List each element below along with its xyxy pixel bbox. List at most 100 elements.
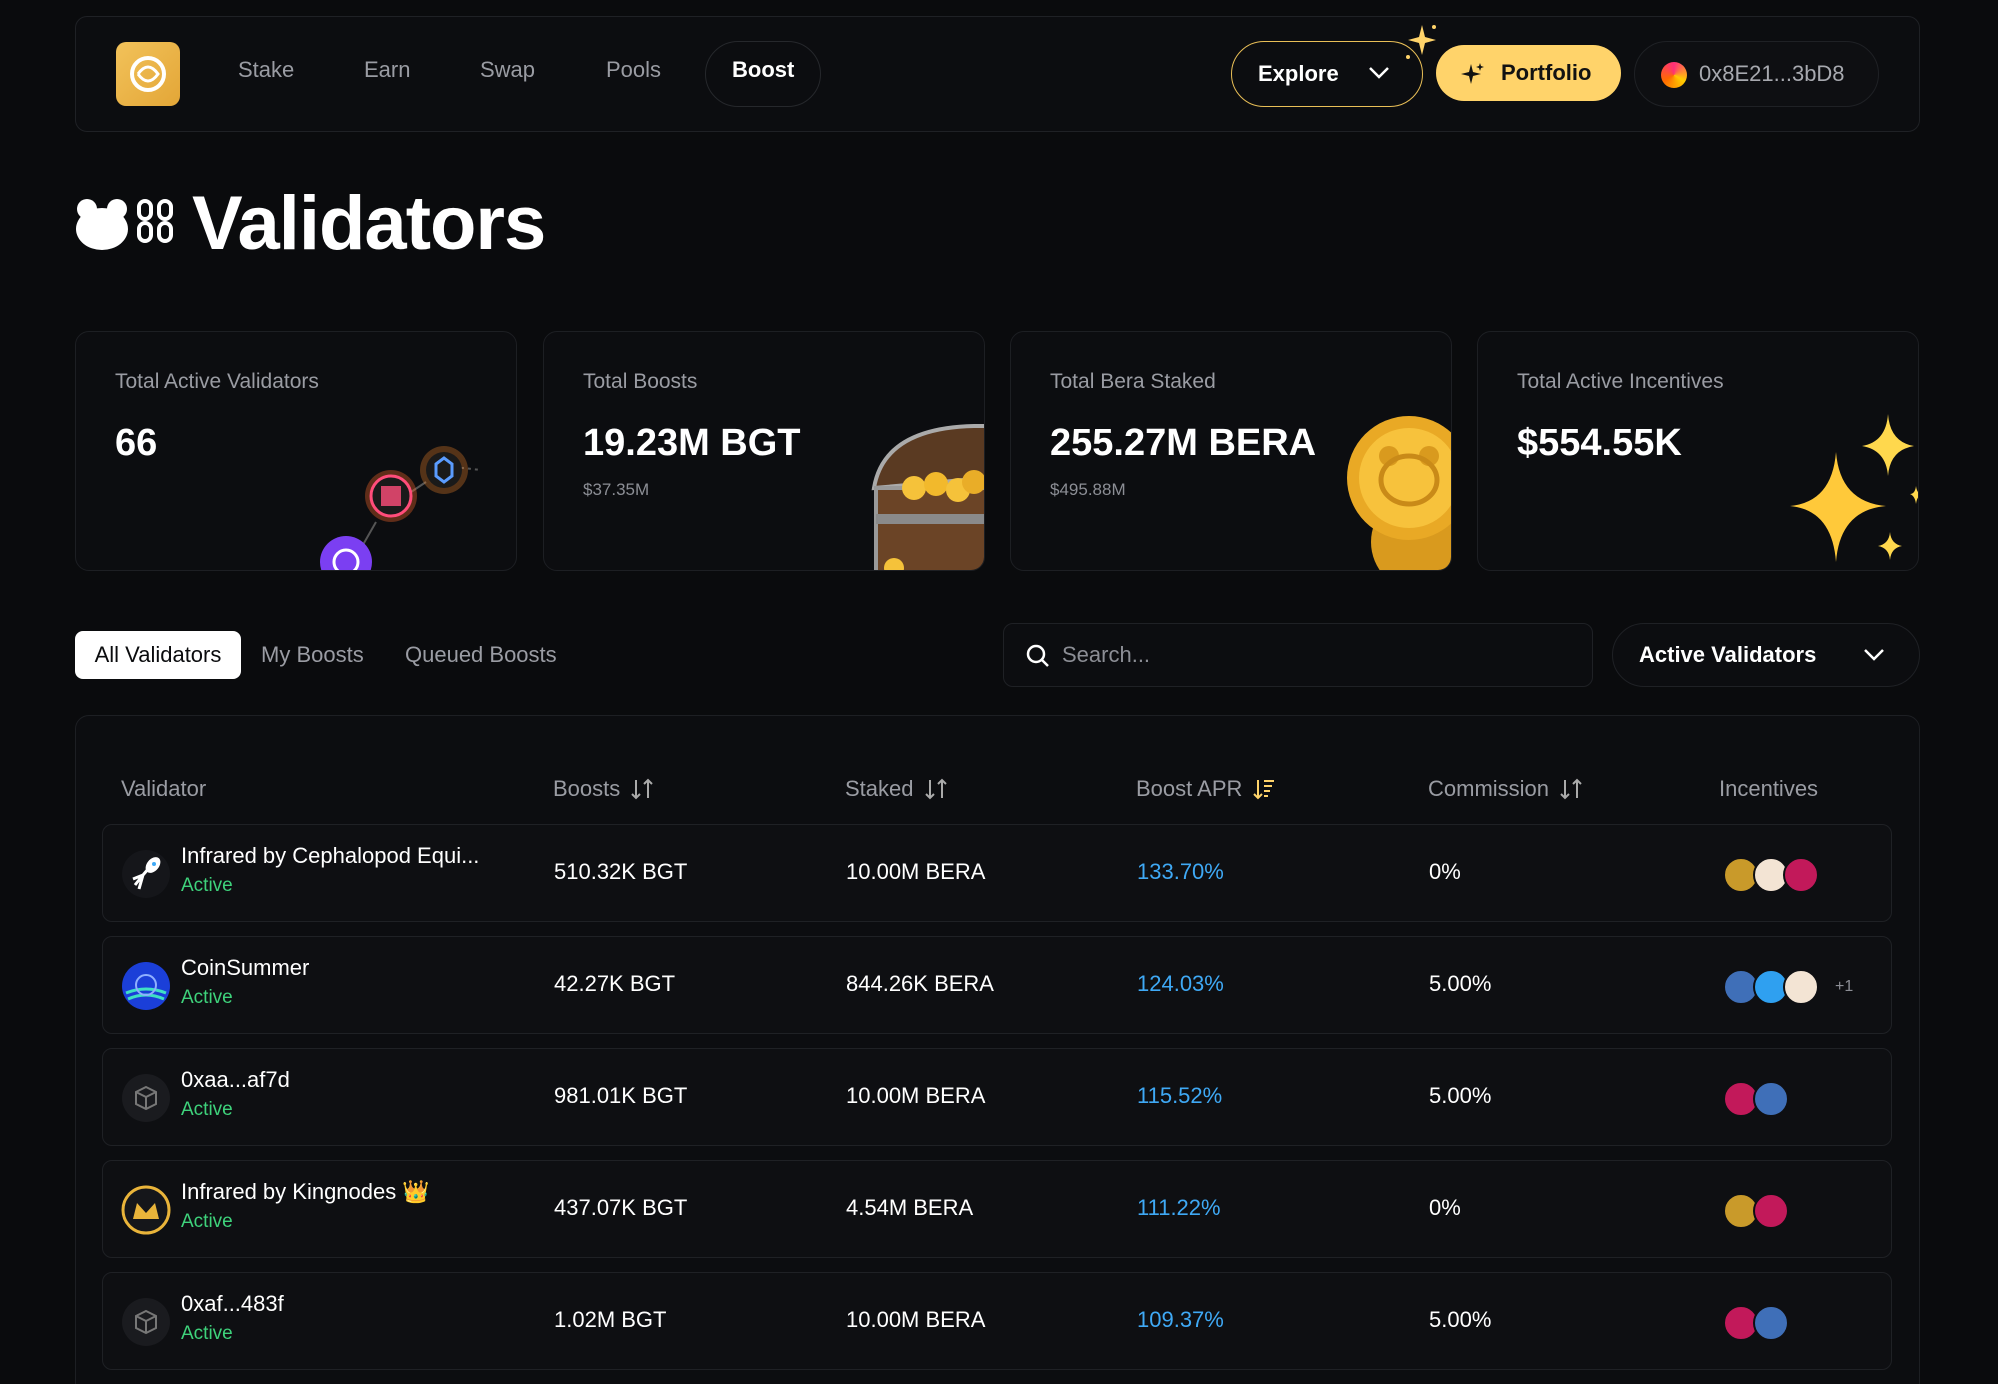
validator-name: Infrared by Kingnodes 👑 (181, 1179, 430, 1204)
apr-value: 109.37% (1137, 1307, 1224, 1332)
explore-dropdown[interactable]: Explore (1231, 41, 1423, 107)
staked-value: 844.26K BERA (846, 971, 994, 996)
nav-link-boost[interactable]: Boost (732, 57, 794, 83)
wallet-button[interactable]: 0x8E21...3bD8 (1634, 41, 1879, 107)
header-boosts[interactable]: Boosts (553, 776, 654, 802)
stat-card-validators: Total Active Validators 66 (75, 331, 517, 571)
stat-value: 66 (115, 422, 158, 464)
table-row[interactable]: 0xaa...af7d Active 981.01K BGT 10.00M BE… (102, 1048, 1892, 1146)
header-staked[interactable]: Staked (845, 776, 948, 802)
search-box (1003, 623, 1593, 687)
commission-value: 0% (1429, 1195, 1461, 1220)
incentive-tokens (1723, 857, 1819, 893)
boosts-value: 510.32K BGT (554, 859, 688, 884)
apr-value: 115.52% (1137, 1083, 1223, 1108)
drop-token-icon (1753, 1305, 1789, 1341)
app-logo[interactable] (116, 42, 180, 106)
coinsummer-icon (122, 962, 170, 1010)
explore-label: Explore (1258, 61, 1339, 86)
sort-icon (1560, 778, 1582, 800)
status-badge: Active (181, 987, 233, 1008)
validator-name: Infrared by Cephalopod Equi... (181, 843, 480, 868)
more-incentives-count: +1 (1835, 978, 1854, 995)
boosts-value: 437.07K BGT (554, 1195, 688, 1220)
bear-chain-icon (76, 199, 173, 250)
table-row[interactable]: 0xaf...483f Active 1.02M BGT 10.00M BERA… (102, 1272, 1892, 1370)
monkey-token-icon (1783, 969, 1819, 1005)
portfolio-button[interactable]: Portfolio (1436, 45, 1621, 101)
nav-link-pools[interactable]: Pools (606, 57, 661, 83)
header-commission[interactable]: Commission (1428, 776, 1583, 802)
table-row[interactable]: Infrared by Kingnodes 👑 Active 437.07K B… (102, 1160, 1892, 1258)
stat-sub: $37.35M (583, 480, 650, 499)
stat-label: Total Active Incentives (1517, 370, 1724, 393)
sort-icon (631, 778, 653, 800)
tab-all-validators[interactable]: All Validators (75, 631, 241, 679)
tab-my-boosts[interactable]: My Boosts (261, 631, 364, 679)
sparkles-illustration (1790, 414, 1918, 562)
staked-value: 10.00M BERA (846, 1083, 986, 1108)
sparkle-icon (1461, 63, 1484, 84)
wallet-address: 0x8E21...3bD8 (1699, 61, 1845, 86)
stat-card-boosts: Total Boosts 19.23M BGT $37.35M (543, 331, 985, 571)
validator-filter-dropdown[interactable]: Active Validators (1612, 623, 1920, 687)
header-validator: Validator (121, 776, 207, 801)
validator-name: 0xaa...af7d (181, 1067, 290, 1092)
staked-value: 10.00M BERA (846, 1307, 986, 1332)
bera-token-icon (1753, 1193, 1789, 1229)
status-badge: Active (181, 1099, 233, 1120)
apr-value: 124.03% (1137, 971, 1224, 996)
chevron-down-icon (1369, 67, 1389, 79)
table-row[interactable]: Infrared by Cephalopod Equi... Active 51… (102, 824, 1892, 922)
incentive-tokens: +1 (1723, 969, 1853, 1005)
stat-label: Total Bera Staked (1050, 370, 1216, 393)
filter-label: Active Validators (1639, 642, 1817, 667)
sort-desc-icon (1253, 780, 1275, 800)
sparkle-icon (1406, 25, 1436, 59)
bera-token-icon (1783, 857, 1819, 893)
boosts-value: 42.27K BGT (554, 971, 676, 996)
status-badge: Active (181, 1323, 233, 1344)
nav-link-stake[interactable]: Stake (238, 57, 294, 83)
commission-value: 5.00% (1429, 971, 1492, 996)
table-row[interactable]: CoinSummer Active 42.27K BGT 844.26K BER… (102, 936, 1892, 1034)
portfolio-label: Portfolio (1501, 60, 1592, 85)
validator-name: CoinSummer (181, 955, 310, 980)
nav-link-swap[interactable]: Swap (480, 57, 535, 83)
incentive-tokens (1723, 1305, 1789, 1341)
wallet-avatar (1661, 62, 1687, 88)
nav-link-earn[interactable]: Earn (364, 57, 410, 83)
kingnodes-crown-icon (121, 1185, 171, 1235)
bera-coin-illustration (1347, 416, 1451, 570)
search-input[interactable] (1062, 624, 1562, 686)
sort-icon (924, 778, 947, 800)
bear-logo-icon (130, 56, 166, 92)
stat-value: 255.27M BERA (1050, 422, 1317, 464)
commission-value: 5.00% (1429, 1307, 1492, 1332)
cube-icon (122, 1298, 170, 1346)
cephalopod-icon (122, 850, 170, 898)
header-boost-apr[interactable]: Boost APR (1136, 776, 1276, 802)
stat-card-staked: Total Bera Staked 255.27M BERA $495.88M (1010, 331, 1452, 571)
staked-value: 10.00M BERA (846, 859, 986, 884)
boosts-value: 1.02M BGT (554, 1307, 667, 1332)
commission-value: 0% (1429, 859, 1461, 884)
search-icon (1026, 644, 1049, 667)
stat-sub: $495.88M (1050, 480, 1126, 499)
apr-value: 133.70% (1137, 859, 1224, 884)
incentive-tokens (1723, 1193, 1789, 1229)
incentive-tokens (1723, 1081, 1789, 1117)
top-nav: Stake Earn Swap Pools Boost Explore Port… (75, 16, 1920, 132)
commission-value: 5.00% (1429, 1083, 1492, 1108)
status-badge: Active (181, 875, 233, 896)
stat-label: Total Boosts (583, 370, 698, 393)
chevron-down-icon (1864, 649, 1884, 661)
status-badge: Active (181, 1211, 233, 1232)
drop-token-icon (1753, 1081, 1789, 1117)
staked-value: 4.54M BERA (846, 1195, 974, 1220)
header-incentives: Incentives (1719, 776, 1819, 801)
tab-queued-boosts[interactable]: Queued Boosts (405, 631, 557, 679)
validator-network-illustration (320, 446, 482, 570)
stat-label: Total Active Validators (115, 370, 319, 393)
stat-card-incentives: Total Active Incentives $554.55K (1477, 331, 1919, 571)
